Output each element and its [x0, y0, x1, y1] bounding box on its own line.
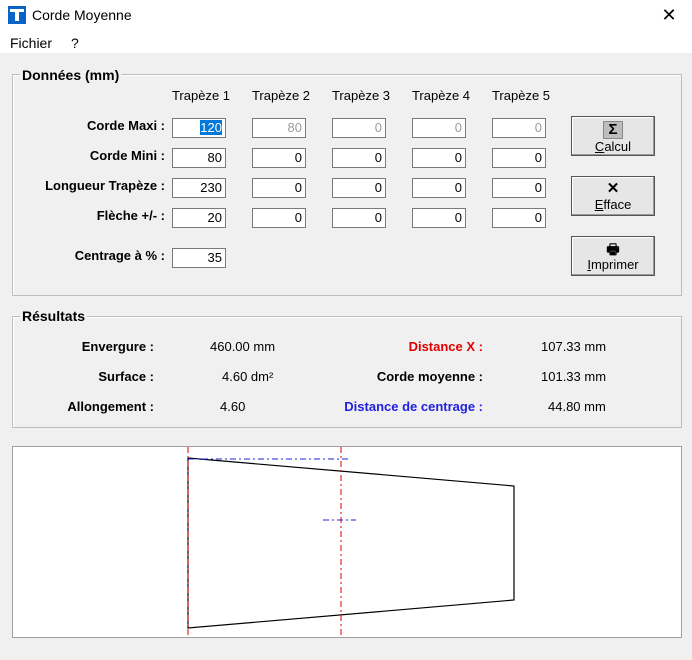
envergure-label: Envergure :	[81, 339, 154, 354]
corde-moyenne-value: 101.33 mm	[541, 369, 607, 384]
corde-mini-t5-input[interactable]: 0	[492, 148, 546, 168]
corde-maxi-t3-input[interactable]: 0	[332, 118, 386, 138]
fleche-label: Flèche +/- :	[96, 208, 165, 223]
distance-x-value: 107.33 mm	[541, 339, 607, 354]
longueur-t5-input[interactable]: 0	[492, 178, 546, 198]
sigma-icon: Σ	[603, 121, 623, 139]
corde-mini-t4-input[interactable]: 0	[412, 148, 466, 168]
surface-label: Surface :	[98, 369, 154, 384]
erase-x-icon: ✕	[606, 180, 620, 197]
allongement-label: Allongement :	[67, 399, 154, 414]
fleche-t2-input[interactable]: 0	[252, 208, 306, 228]
inputs-group-title: Données (mm)	[20, 67, 122, 83]
close-button[interactable]: ✕	[646, 0, 692, 31]
imprimer-button[interactable]: 🖶 Imprimer	[571, 236, 655, 276]
surface-value: 4.60 dm²	[222, 369, 274, 384]
app-icon	[8, 6, 26, 24]
corde-maxi-label: Corde Maxi :	[86, 118, 165, 133]
longueur-t4-input[interactable]: 0	[412, 178, 466, 198]
longueur-trapeze-label: Longueur Trapèze :	[45, 178, 165, 193]
window-title: Corde Moyenne	[32, 7, 132, 23]
efface-button-label: Efface	[594, 197, 632, 212]
fleche-t3-input[interactable]: 0	[332, 208, 386, 228]
distance-centrage-value: 44.80 mm	[548, 399, 606, 414]
corde-mini-t2-input[interactable]: 0	[252, 148, 306, 168]
corde-mini-label: Corde Mini :	[89, 148, 165, 163]
col-header-5: Trapèze 5	[491, 88, 551, 103]
longueur-t2-input[interactable]: 0	[252, 178, 306, 198]
corde-maxi-t2-input[interactable]: 80	[252, 118, 306, 138]
menu-bar: Fichier ?	[0, 31, 692, 53]
col-header-4: Trapèze 4	[411, 88, 471, 103]
fleche-t1-input[interactable]: 20	[172, 208, 226, 228]
corde-maxi-t1-input[interactable]: 120	[172, 118, 226, 138]
results-group-title: Résultats	[20, 308, 88, 324]
menu-fichier[interactable]: Fichier	[10, 35, 52, 51]
allongement-value: 4.60	[220, 399, 246, 414]
wing-planform-drawing	[187, 447, 515, 637]
calcul-button[interactable]: Σ Calcul	[571, 116, 655, 156]
distance-x-label: Distance X :	[408, 339, 483, 354]
envergure-value: 460.00 mm	[210, 339, 276, 354]
centrage-input[interactable]: 35	[172, 248, 226, 268]
longueur-t1-input[interactable]: 230	[172, 178, 226, 198]
corde-mini-t1-input[interactable]: 80	[172, 148, 226, 168]
longueur-t3-input[interactable]: 0	[332, 178, 386, 198]
col-header-1: Trapèze 1	[171, 88, 231, 103]
efface-button[interactable]: ✕ Efface	[571, 176, 655, 216]
col-header-3: Trapèze 3	[331, 88, 391, 103]
wing-drawing-area	[12, 446, 682, 638]
corde-moyenne-label: Corde moyenne :	[376, 369, 483, 384]
centrage-label: Centrage à % :	[74, 248, 165, 263]
wing-outline	[187, 457, 515, 629]
fleche-t5-input[interactable]: 0	[492, 208, 546, 228]
menu-help[interactable]: ?	[71, 35, 79, 51]
col-header-2: Trapèze 2	[251, 88, 311, 103]
corde-maxi-t5-input[interactable]: 0	[492, 118, 546, 138]
distance-centrage-label: Distance de centrage :	[344, 399, 483, 414]
corde-maxi-t4-input[interactable]: 0	[412, 118, 466, 138]
fleche-t4-input[interactable]: 0	[412, 208, 466, 228]
calcul-button-label: Calcul	[594, 139, 632, 154]
imprimer-button-label: Imprimer	[587, 257, 639, 272]
title-bar: Corde Moyenne ✕	[0, 0, 692, 31]
corde-mini-t3-input[interactable]: 0	[332, 148, 386, 168]
printer-icon: 🖶	[606, 241, 620, 257]
